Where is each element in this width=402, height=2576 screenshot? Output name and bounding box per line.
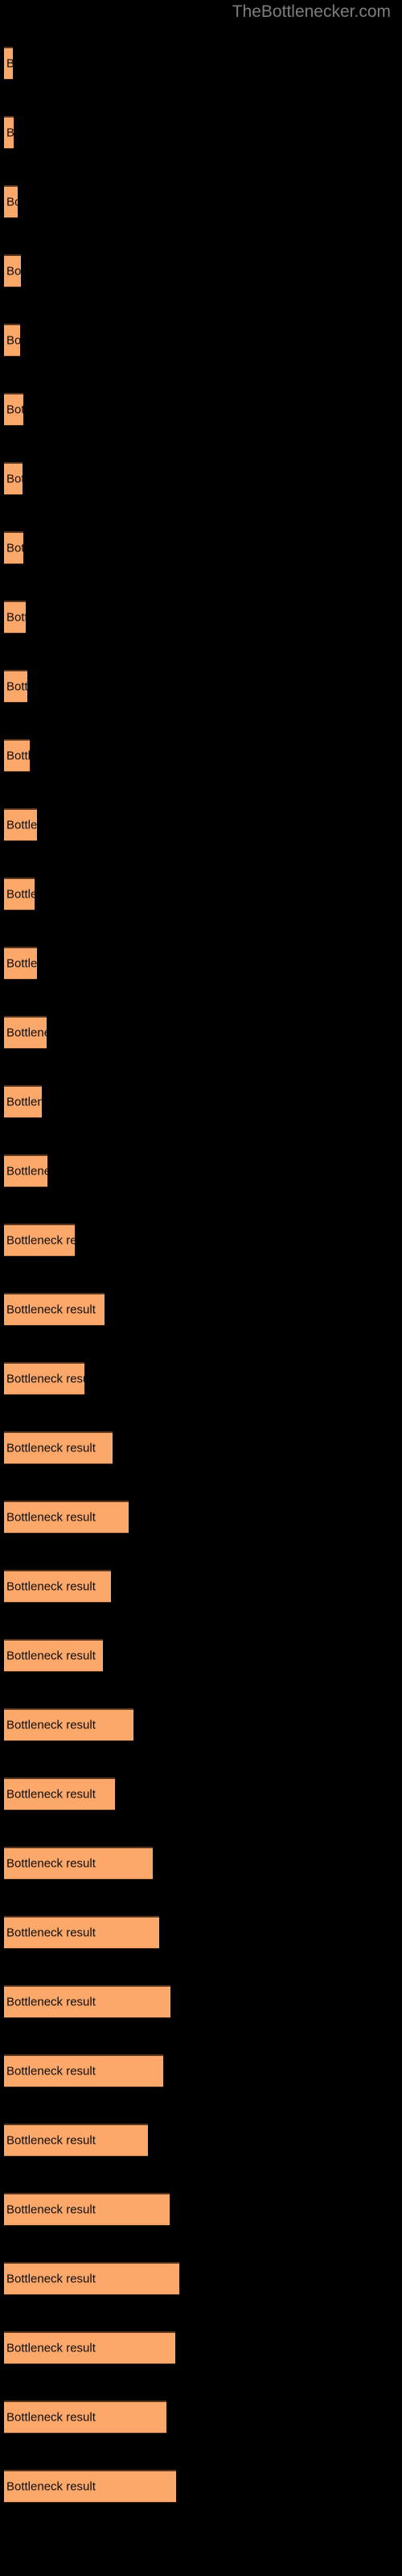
bar-label: Bottleneck result [6, 610, 26, 625]
bar[interactable]: Bottleneck result [4, 462, 23, 495]
bar[interactable]: Bottleneck result [4, 1639, 103, 1672]
bar-label: Bottleneck result [6, 1926, 96, 1940]
bar[interactable]: Bottleneck result [4, 393, 23, 426]
bar[interactable]: Bottleneck result [4, 531, 23, 564]
bar[interactable]: Bottleneck result [4, 2401, 166, 2434]
bar-label: Bottleneck result [6, 1649, 96, 1663]
bar-label: Bottleneck result [6, 333, 20, 348]
bar-label: Bottleneck result [6, 956, 37, 971]
bar[interactable]: Bottleneck result [4, 2054, 163, 2087]
bar-label: Bottleneck result [6, 1302, 96, 1317]
bar-label: Bottleneck result [6, 2410, 96, 2425]
bar[interactable]: Bottleneck result [4, 1570, 111, 1603]
bars-layer: Bottleneck result Bottleneck result Bottle… [0, 0, 402, 2576]
bar-label: Bottleneck result [6, 749, 30, 763]
bar[interactable]: Bottleneck result [4, 116, 14, 149]
bar[interactable]: Bottleneck result [4, 877, 35, 910]
bar-label: Bottleneck result [6, 818, 37, 832]
bar[interactable]: Bottleneck result [4, 2331, 175, 2364]
bar[interactable]: Bottleneck result [4, 1916, 159, 1949]
bar[interactable]: Bottleneck result [4, 324, 20, 357]
bar[interactable]: Bottleneck result [4, 1293, 105, 1326]
bar-label: Bottleneck result [6, 541, 23, 555]
bar-label: Bottleneck result [6, 1372, 84, 1386]
bar[interactable]: Bottleneck result [4, 2262, 179, 2295]
bar[interactable]: Bottleneck result [4, 1362, 84, 1395]
bar[interactable]: Bottleneck result [4, 47, 13, 80]
bar[interactable]: Bottleneck result [4, 1016, 47, 1049]
bar-label: Bottleneck result [6, 1164, 47, 1179]
bar[interactable]: Bottleneck result [4, 1085, 42, 1118]
bar[interactable]: Bottleneck result [4, 1224, 75, 1257]
bar-label: Bottleneck result [6, 402, 23, 417]
bar[interactable]: Bottleneck result [4, 1501, 129, 1534]
bar-label: Bottleneck result [6, 2202, 96, 2217]
bar[interactable]: Bottleneck result [4, 2470, 176, 2503]
bar-label: Bottleneck result [6, 195, 18, 209]
bar[interactable]: Bottleneck result [4, 254, 21, 287]
bar-label: Bottleneck result [6, 887, 35, 902]
bar-label: Bottleneck result [6, 2272, 96, 2286]
bar[interactable]: Bottleneck result [4, 739, 30, 772]
bar[interactable]: Bottleneck result [4, 601, 26, 634]
bar-label: Bottleneck result [6, 1095, 42, 1109]
bar[interactable]: Bottleneck result [4, 1154, 47, 1187]
bar-label: Bottleneck result [6, 1510, 96, 1525]
bar[interactable]: Bottleneck result [4, 1431, 113, 1464]
bar[interactable]: Bottleneck result [4, 1985, 170, 2018]
bar[interactable]: Bottleneck result [4, 2193, 170, 2226]
bar-label: Bottleneck result [6, 1026, 47, 1040]
bar-label: Bottleneck result [6, 1579, 96, 1594]
bar-label: Bottleneck result [6, 58, 13, 70]
bar-label: Bottleneck result [6, 1233, 75, 1248]
bar-label: Bottleneck result [6, 127, 14, 139]
bar-label: Bottleneck result [6, 1856, 96, 1871]
bar-label: Bottleneck result [6, 1787, 96, 1802]
bar-label: Bottleneck result [6, 472, 23, 486]
bar-label: Bottleneck result [6, 2064, 96, 2079]
bar[interactable]: Bottleneck result [4, 2124, 148, 2157]
bar[interactable]: Bottleneck result [4, 808, 37, 841]
bar-label: Bottleneck result [6, 2479, 96, 2494]
bottleneck-bar-chart: TheBottlenecker.com Bottleneck resultBot… [0, 0, 402, 2576]
bar[interactable]: Bottleneck result [4, 670, 27, 703]
bar-label: Bottleneck result [6, 264, 21, 279]
bar[interactable]: Bottleneck result [4, 185, 18, 218]
bar[interactable]: Bottleneck result [4, 947, 37, 980]
bar-label: Bottleneck result [6, 679, 27, 694]
bar[interactable]: Bottleneck result [4, 1708, 133, 1741]
bar[interactable]: Bottleneck result [4, 1847, 153, 1880]
bar[interactable]: Bottleneck result [4, 1777, 115, 1810]
bar-label: Bottleneck result [6, 2133, 96, 2148]
bar-label: Bottleneck result [6, 1441, 96, 1455]
bar-label: Bottleneck result [6, 1995, 96, 2009]
bar-label: Bottleneck result [6, 1718, 96, 1732]
bar-label: Bottleneck result [6, 2341, 96, 2355]
